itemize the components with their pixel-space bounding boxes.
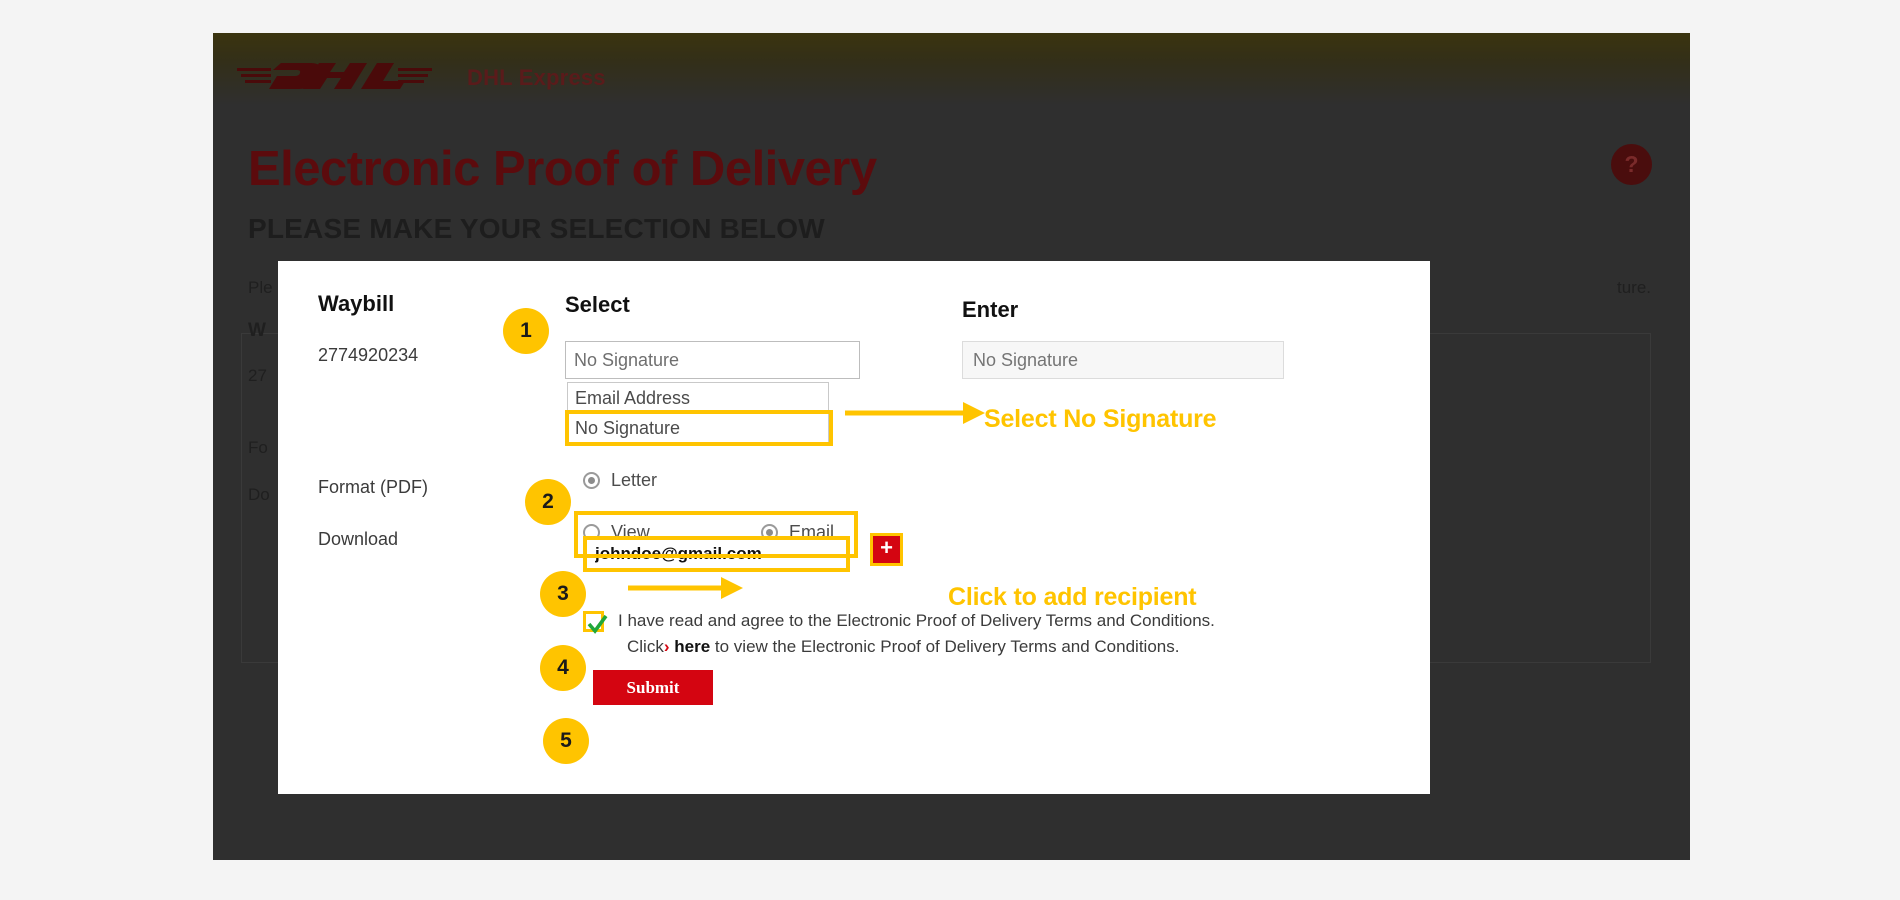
step-badge-3: 3 bbox=[540, 571, 586, 617]
checkmark-icon bbox=[587, 614, 608, 634]
signature-type-dropdown-list[interactable]: Email Address No Signature bbox=[565, 382, 833, 446]
format-radio-letter[interactable]: Letter bbox=[583, 470, 657, 491]
site-header: DHL Express bbox=[213, 33, 1690, 105]
background-text-3: 27 bbox=[248, 366, 267, 385]
terms-link-line: Click› here to view the Electronic Proof… bbox=[627, 637, 1179, 657]
step-badge-1: 1 bbox=[503, 308, 549, 354]
brand-label: DHL Express bbox=[467, 65, 606, 90]
terms-click-suffix: to view the Electronic Proof of Delivery… bbox=[710, 637, 1180, 656]
step-badge-2: 2 bbox=[525, 479, 571, 525]
epod-selection-modal: Waybill Select Enter 2774920234 Format (… bbox=[278, 261, 1430, 794]
column-header-select: Select bbox=[565, 292, 630, 317]
highlight-download-options bbox=[574, 511, 858, 558]
submit-button[interactable]: Submit bbox=[593, 670, 713, 705]
page-subtitle: PLEASE MAKE YOUR SELECTION BELOW bbox=[248, 213, 825, 244]
download-label: Download bbox=[318, 529, 399, 549]
radio-letter-label: Letter bbox=[611, 470, 658, 490]
column-header-enter: Enter bbox=[962, 297, 1019, 322]
signature-type-select[interactable]: No Signature bbox=[565, 341, 860, 379]
background-text-4: Fo bbox=[248, 438, 268, 457]
step-badge-4: 4 bbox=[540, 645, 586, 691]
help-icon[interactable]: ? bbox=[1611, 144, 1652, 185]
background-text-1: ture. bbox=[1617, 278, 1652, 297]
terms-here-link[interactable]: here bbox=[674, 637, 710, 656]
callout-text-0: Select No Signature bbox=[984, 405, 1217, 433]
arrow-to-select-no-signature bbox=[845, 402, 985, 424]
background-text-0: Ple bbox=[248, 278, 273, 297]
signature-enter-input[interactable] bbox=[962, 341, 1284, 379]
format-label: Format (PDF) bbox=[318, 477, 428, 497]
background-text-5: Do bbox=[248, 485, 270, 504]
plus-icon: + bbox=[880, 535, 893, 560]
arrow-to-add-recipient bbox=[628, 577, 743, 599]
add-recipient-button[interactable]: + bbox=[870, 533, 903, 566]
screenshot-root: DHL Express Electronic Proof of Delivery… bbox=[0, 0, 1900, 900]
radio-letter-indicator[interactable] bbox=[583, 472, 600, 489]
terms-click-prefix: Click bbox=[627, 637, 664, 656]
callout-text-1: Click to add recipient bbox=[948, 583, 1197, 611]
select-option-no-signature[interactable]: No Signature bbox=[565, 410, 833, 446]
dhl-logo bbox=[237, 63, 432, 89]
chevron-right-icon: › bbox=[663, 637, 670, 656]
background-text-2: W bbox=[248, 320, 266, 341]
terms-checkbox[interactable] bbox=[583, 611, 608, 634]
terms-agree-text: I have read and agree to the Electronic … bbox=[618, 611, 1215, 630]
select-option-email-address[interactable]: Email Address bbox=[568, 383, 828, 413]
step-badge-5: 5 bbox=[543, 718, 589, 764]
waybill-number: 2774920234 bbox=[318, 345, 419, 365]
page-title: Electronic Proof of Delivery bbox=[248, 142, 877, 196]
column-header-waybill: Waybill bbox=[318, 291, 395, 316]
